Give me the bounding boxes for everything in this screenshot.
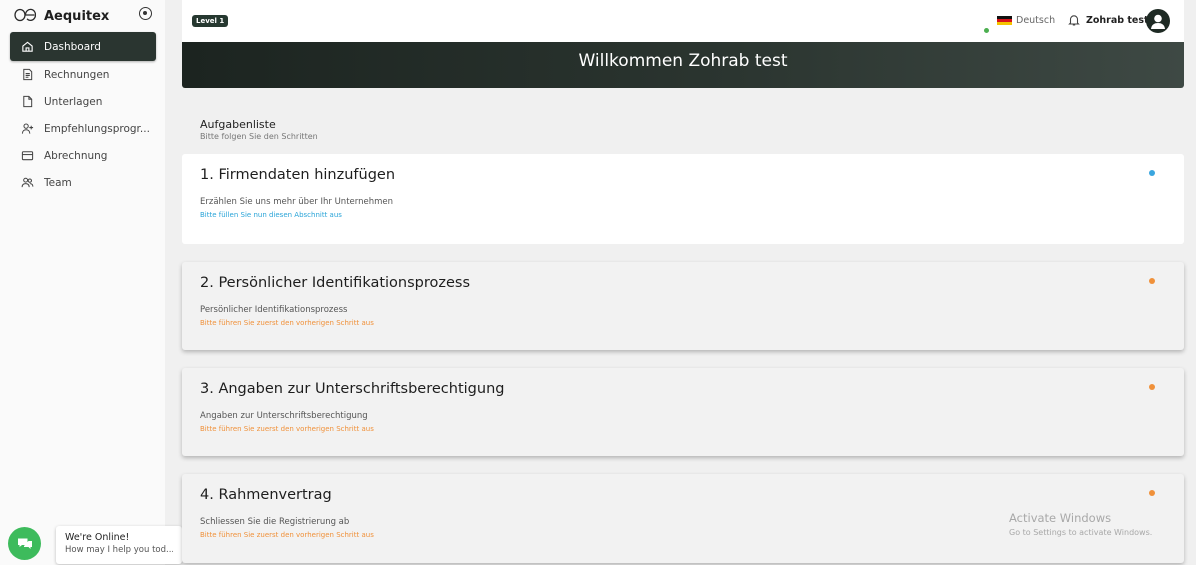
status-dot xyxy=(1149,278,1155,284)
task-title: 4. Rahmenvertrag xyxy=(200,487,332,503)
task-card-unterschriftsberechtigung[interactable]: 3. Angaben zur Unterschriftsberechtigung… xyxy=(182,368,1184,456)
sidebar-item-label: Team xyxy=(44,176,72,189)
brand-logo[interactable]: Aequitex xyxy=(14,6,109,26)
task-description: Angaben zur Unterschriftsberechtigung xyxy=(200,411,368,421)
brand-name: Aequitex xyxy=(44,8,110,24)
task-list-header: Aufgabenliste Bitte folgen Sie den Schri… xyxy=(200,118,318,141)
sidebar-item-label: Abrechnung xyxy=(44,149,108,162)
watermark-title: Activate Windows xyxy=(1009,511,1112,525)
sidebar-item-label: Dashboard xyxy=(44,40,101,53)
chat-icon xyxy=(17,538,32,549)
task-note: Bitte füllen Sie nun diesen Abschnitt au… xyxy=(200,211,342,219)
sidebar-item-empfehlungsprogramm[interactable]: Empfehlungsprogr... xyxy=(10,115,156,142)
sidebar-item-abrechnung[interactable]: Abrechnung xyxy=(10,142,156,169)
status-dot xyxy=(1149,384,1155,390)
task-card-identifikation[interactable]: 2. Persönlicher Identifikationsprozess P… xyxy=(182,262,1184,350)
task-title: 3. Angaben zur Unterschriftsberechtigung xyxy=(200,381,505,397)
sidebar: Aequitex Dashboard Rechnungen Unterlagen… xyxy=(0,0,165,565)
brand-mark xyxy=(14,7,37,26)
chat-subtitle: How may I help you tod... xyxy=(65,545,173,555)
task-card-firmendaten[interactable]: 1. Firmendaten hinzufügen Erzählen Sie u… xyxy=(182,154,1184,244)
sidebar-nav: Dashboard Rechnungen Unterlagen Empfehlu… xyxy=(10,32,156,196)
level-badge: Level 1 xyxy=(192,15,229,27)
task-description: Persönlicher Identifikationsprozess xyxy=(200,305,348,315)
task-list-title: Aufgabenliste xyxy=(200,118,276,131)
language-label: Deutsch xyxy=(1016,15,1056,26)
chat-launcher-button[interactable] xyxy=(8,527,41,560)
sidebar-item-rechnungen[interactable]: Rechnungen xyxy=(10,61,156,88)
team-icon xyxy=(21,177,34,188)
task-title: 1. Firmendaten hinzufügen xyxy=(200,167,396,183)
sidebar-item-label: Rechnungen xyxy=(44,68,110,81)
online-status-dot xyxy=(983,27,990,34)
task-title: 2. Persönlicher Identifikationsprozess xyxy=(200,275,471,291)
sidebar-item-unterlagen[interactable]: Unterlagen xyxy=(10,88,156,115)
sidebar-item-label: Empfehlungsprogr... xyxy=(44,122,150,135)
language-selector[interactable]: Deutsch xyxy=(997,15,1055,26)
sidebar-item-team[interactable]: Team xyxy=(10,169,156,196)
invoice-icon xyxy=(23,68,33,81)
status-dot xyxy=(1149,170,1155,176)
task-note: Bitte führen Sie zuerst den vorherigen S… xyxy=(200,425,374,433)
home-icon xyxy=(22,41,33,52)
sidebar-item-label: Unterlagen xyxy=(44,95,103,108)
sidebar-item-dashboard[interactable]: Dashboard xyxy=(10,32,156,61)
top-bar: Level 1 Deutsch Zohrab test xyxy=(182,0,1184,42)
task-note: Bitte führen Sie zuerst den vorherigen S… xyxy=(200,319,374,327)
card-icon xyxy=(21,151,34,161)
watermark-subtitle: Go to Settings to activate Windows. xyxy=(1009,528,1153,537)
status-dot xyxy=(1149,490,1155,496)
chat-title: We're Online! xyxy=(65,532,130,543)
activation-watermark: Activate Windows Go to Settings to activ… xyxy=(1009,511,1152,537)
german-flag-icon xyxy=(997,16,1012,25)
bell-icon[interactable] xyxy=(1067,13,1081,27)
welcome-banner: Willkommen Zohrab test xyxy=(182,42,1184,88)
sidebar-collapse-icon[interactable] xyxy=(139,7,152,20)
add-user-icon xyxy=(21,123,34,134)
document-icon xyxy=(23,95,33,108)
user-icon xyxy=(1151,14,1165,29)
avatar[interactable] xyxy=(1146,9,1170,33)
task-description: Erzählen Sie uns mehr über Ihr Unternehm… xyxy=(200,197,394,207)
chat-prompt[interactable]: We're Online! How may I help you tod... xyxy=(56,526,182,564)
user-name[interactable]: Zohrab test xyxy=(1086,15,1149,26)
task-list-subtitle: Bitte folgen Sie den Schritten xyxy=(200,132,318,141)
